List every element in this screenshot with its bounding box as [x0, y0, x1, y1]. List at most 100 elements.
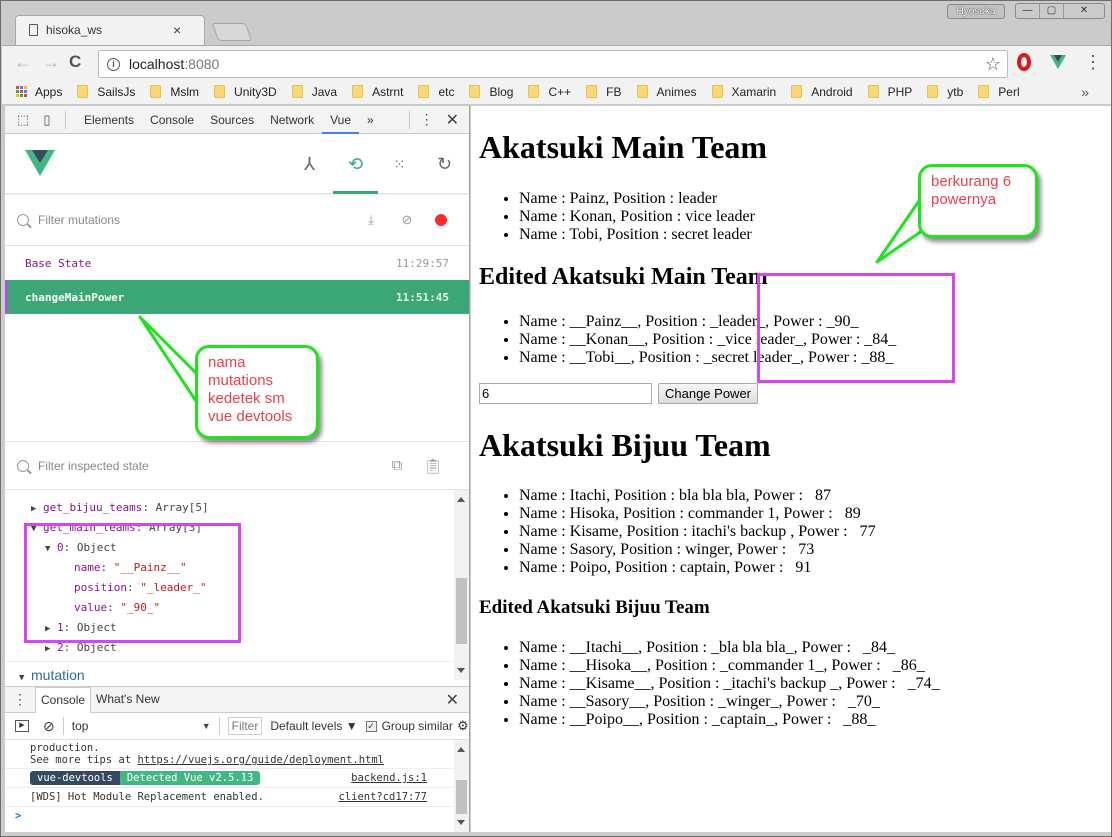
- tab-network[interactable]: Network: [262, 106, 322, 134]
- drawer-tab-whats-new[interactable]: What's New: [91, 687, 165, 713]
- site-info-icon[interactable]: i: [107, 57, 120, 71]
- tree-section[interactable]: ▼ mutation: [5, 662, 469, 680]
- tab-vue[interactable]: Vue: [322, 106, 360, 134]
- tree-node[interactable]: ▶ get_bijuu_teams: Array[5]: [5, 498, 469, 518]
- bookmark-folder[interactable]: Java: [291, 85, 337, 99]
- bookmark-label: PHP: [887, 84, 913, 99]
- revert-all-icon[interactable]: ⊘: [389, 212, 425, 228]
- context-dropdown-icon[interactable]: ▼: [202, 721, 211, 731]
- group-similar-checkbox[interactable]: ✓: [365, 720, 377, 732]
- back-button[interactable]: ←: [14, 52, 32, 73]
- refresh-icon[interactable]: ↻: [422, 134, 467, 194]
- tab-console[interactable]: Console: [142, 106, 202, 134]
- record-icon[interactable]: [435, 213, 447, 226]
- power-input[interactable]: [479, 383, 652, 404]
- vue-devtools-header: ⅄ ⟲ ⁙ ↻: [5, 134, 469, 194]
- scroll-down-icon[interactable]: [457, 820, 465, 825]
- vue-devtools-extension-icon[interactable]: [1050, 55, 1066, 69]
- scroll-up-icon[interactable]: [457, 497, 465, 502]
- bookmark-folder[interactable]: PHP: [867, 84, 913, 99]
- tab-title: hisoka_ws: [46, 23, 103, 37]
- scroll-up-icon[interactable]: [457, 747, 465, 752]
- bookmark-label: Astrnt: [372, 84, 404, 99]
- vuex-history-tab-icon[interactable]: ⟲: [333, 134, 378, 194]
- chrome-menu-icon[interactable]: ⋮: [1084, 52, 1102, 72]
- expand-arrow-icon[interactable]: ▶: [31, 499, 43, 519]
- bookmark-folder[interactable]: Xamarin: [711, 84, 777, 99]
- bookmark-folder[interactable]: Animes: [636, 85, 697, 99]
- bookmark-folder[interactable]: Astrnt: [352, 85, 403, 99]
- context-select[interactable]: top: [72, 719, 202, 733]
- reload-button[interactable]: C: [69, 52, 81, 72]
- bookmark-folder[interactable]: FB: [586, 85, 622, 99]
- console-scrollbar[interactable]: [454, 740, 469, 832]
- tab-sources[interactable]: Sources: [202, 106, 262, 134]
- bookmark-folder[interactable]: etc: [418, 85, 454, 99]
- console-source-link[interactable]: backend.js:1: [351, 769, 427, 787]
- console-text: production.: [30, 742, 100, 754]
- bookmark-folder[interactable]: C++: [528, 85, 571, 99]
- bookmark-label: Xamarin: [731, 84, 777, 99]
- folder-icon: [214, 85, 226, 98]
- mutation-item-selected[interactable]: changeMainPower 11:51:45: [5, 280, 469, 314]
- new-tab-button[interactable]: [211, 23, 253, 41]
- paste-icon[interactable]: 📋︎: [415, 457, 451, 475]
- console-settings-icon[interactable]: ⚙: [457, 718, 469, 734]
- scroll-thumb[interactable]: [456, 578, 467, 644]
- sidebar-toggle-icon[interactable]: ▶: [15, 720, 29, 732]
- tab-elements[interactable]: Elements: [76, 106, 142, 134]
- list-item: Name : Kisame, Position : itachi's backu…: [519, 523, 1111, 541]
- console-source-link[interactable]: client?cd17:77: [338, 788, 427, 807]
- console-prompt[interactable]: >: [5, 807, 469, 825]
- list-item: Name : __Poipo__, Position : _captain_, …: [519, 711, 1111, 729]
- collapse-arrow-icon[interactable]: ▼: [19, 665, 31, 680]
- folder-icon: [711, 85, 723, 98]
- bookmark-folder[interactable]: Mslm: [150, 85, 199, 99]
- folder-icon: [150, 85, 162, 98]
- drawer-close-icon[interactable]: ✕: [446, 690, 459, 710]
- bookmark-folder[interactable]: Perl: [978, 85, 1020, 99]
- drawer-tab-console[interactable]: Console: [35, 686, 92, 713]
- profile-badge[interactable]: Hyosoka: [947, 4, 1005, 19]
- scroll-thumb[interactable]: [456, 780, 467, 814]
- filter-mutations-input[interactable]: Filter mutations: [38, 213, 120, 227]
- inspect-element-icon[interactable]: ⬚: [15, 112, 31, 128]
- scroll-down-icon[interactable]: [457, 668, 465, 673]
- adblock-extension-icon[interactable]: [1017, 53, 1031, 71]
- components-tab-icon[interactable]: ⅄: [287, 134, 332, 194]
- console-filter-input[interactable]: Filter: [227, 717, 263, 735]
- bookmark-folder[interactable]: Android: [791, 85, 853, 99]
- maximize-button[interactable]: ▢: [1040, 4, 1064, 18]
- mutation-item[interactable]: Base State 11:29:57: [5, 246, 469, 280]
- devtools-close-icon[interactable]: ✕: [446, 110, 459, 130]
- close-window-button[interactable]: ✕: [1064, 4, 1104, 18]
- more-bookmarks-button[interactable]: »: [1081, 84, 1089, 100]
- address-bar[interactable]: i localhost:8080 ☆: [98, 50, 1008, 78]
- minimize-button[interactable]: —: [1016, 4, 1040, 18]
- filter-state-input[interactable]: Filter inspected state: [38, 459, 149, 473]
- device-toggle-icon[interactable]: ▯: [39, 112, 55, 128]
- bookmark-folder[interactable]: Unity3D: [214, 85, 277, 99]
- more-tabs-button[interactable]: »: [359, 106, 382, 134]
- commit-all-icon[interactable]: ⤓: [353, 212, 389, 228]
- events-tab-icon[interactable]: ⁙: [377, 134, 422, 194]
- bookmark-folder[interactable]: Blog: [469, 85, 513, 99]
- bookmark-apps[interactable]: Apps: [16, 85, 62, 99]
- bookmark-folder[interactable]: ytb: [927, 85, 963, 99]
- drawer-menu-icon[interactable]: ⋮: [5, 691, 35, 708]
- tab-close-icon[interactable]: ×: [173, 22, 181, 38]
- bookmark-folder[interactable]: SailsJs: [77, 85, 135, 99]
- mutation-name: changeMainPower: [25, 290, 125, 304]
- change-power-button[interactable]: Change Power: [658, 383, 758, 404]
- bookmark-star-icon[interactable]: ☆: [985, 54, 1001, 75]
- bookmark-label: Apps: [35, 84, 63, 99]
- log-levels-select[interactable]: Default levels ▼: [270, 719, 357, 733]
- copy-icon[interactable]: ⧉: [379, 457, 415, 474]
- state-scrollbar[interactable]: [454, 490, 469, 680]
- bijuu-team-title: Akatsuki Bijuu Team: [479, 427, 771, 463]
- url-host: localhost: [129, 56, 185, 72]
- devtools-menu-icon[interactable]: ⋮: [420, 111, 434, 128]
- console-link[interactable]: https://vuejs.org/guide/deployment.html: [137, 754, 384, 766]
- forward-button[interactable]: →: [42, 52, 60, 73]
- clear-console-icon[interactable]: ⊘: [43, 718, 55, 735]
